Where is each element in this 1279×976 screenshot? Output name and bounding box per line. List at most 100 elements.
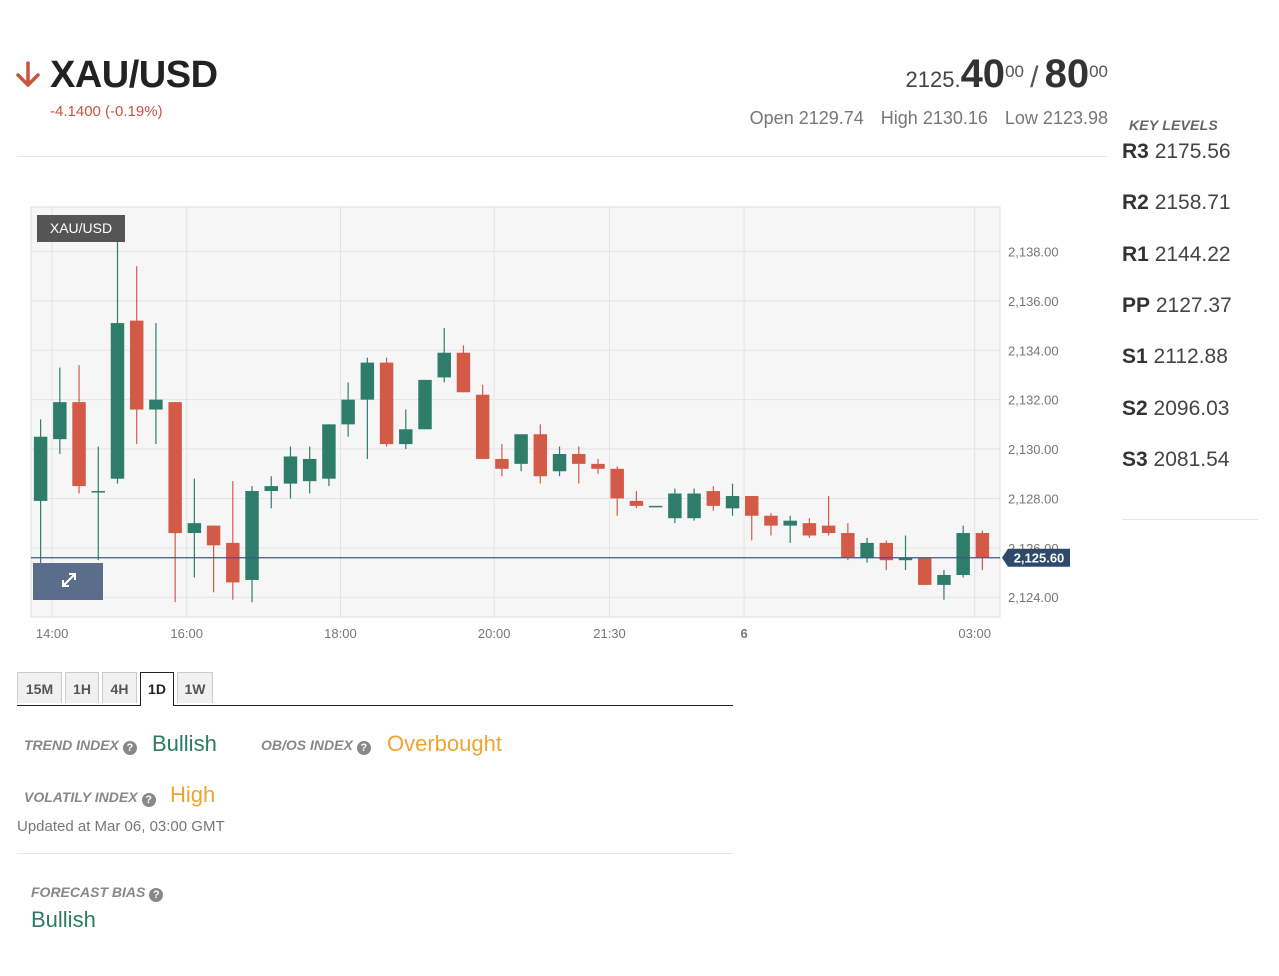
price-separator: /	[1030, 61, 1039, 94]
tab-1w[interactable]: 1W	[177, 672, 213, 703]
tab-1h[interactable]: 1H	[65, 672, 99, 703]
key-level-value: 2112.88	[1153, 345, 1228, 368]
candle-up	[360, 362, 375, 400]
key-level-name: S3	[1122, 448, 1148, 471]
y-tick-label: 2,136.00	[1008, 294, 1059, 309]
obos-index-text: OB/OS INDEX	[261, 737, 353, 753]
ohl-stats: Open 2129.74 High 2130.16 Low 2123.98	[738, 108, 1108, 129]
tab-1d[interactable]: 1D	[140, 672, 174, 706]
price-chart[interactable]: 2,124.002,126.002,128.002,130.002,132.00…	[20, 204, 1080, 649]
open-price: Open 2129.74	[749, 108, 864, 128]
key-level-name: R1	[1122, 243, 1149, 266]
key-levels-divider	[1122, 519, 1258, 520]
x-tick-label: 6	[740, 626, 747, 641]
bid-prefix: 2125.	[905, 67, 961, 92]
help-icon[interactable]: ?	[122, 741, 137, 755]
key-level-pp: PP 2127.37	[1122, 294, 1232, 318]
arrow-down-icon	[16, 61, 40, 87]
candle-up	[302, 458, 317, 482]
candle-down	[456, 352, 471, 393]
key-level-s3: S3 2081.54	[1122, 448, 1229, 472]
key-level-r2: R2 2158.71	[1122, 191, 1231, 215]
y-tick-label: 2,128.00	[1008, 491, 1059, 506]
obos-index-value: Overbought	[387, 731, 502, 756]
key-level-name: R3	[1122, 140, 1149, 163]
candle-up	[399, 429, 413, 445]
key-level-name: S1	[1122, 345, 1148, 368]
candle-up	[187, 523, 202, 534]
candle-up	[245, 491, 259, 580]
bid-big: 40	[960, 52, 1006, 96]
volatility-index-value: High	[170, 782, 216, 807]
bid-ask-price: 2125.4000 / 8000	[906, 52, 1109, 97]
candle-up	[91, 491, 105, 493]
key-level-s1: S1 2112.88	[1122, 345, 1228, 369]
low-price: Low 2123.98	[1004, 108, 1108, 128]
candle-down	[918, 557, 932, 585]
forecast-bias-value: Bullish	[31, 907, 96, 932]
candle-down	[610, 468, 624, 499]
tab-15m[interactable]: 15M	[17, 672, 62, 703]
candle-down	[764, 515, 778, 526]
header-divider	[17, 156, 1107, 157]
key-level-value: 2175.56	[1154, 140, 1231, 163]
trend-index-text: TREND INDEX	[24, 737, 119, 753]
candle-up	[418, 379, 432, 430]
instrument-symbol: XAU/USD	[50, 54, 218, 96]
candle-up	[648, 505, 663, 508]
volatility-index-label: VOLATILY INDEX?	[24, 789, 156, 807]
x-tick-label: 20:00	[478, 626, 511, 641]
candle-down	[841, 533, 855, 558]
candle-down	[495, 458, 509, 469]
obos-index-label: OB/OS INDEX?	[261, 737, 371, 755]
x-tick-label: 21:30	[593, 626, 626, 641]
candle-up	[437, 352, 451, 378]
candle-up	[514, 434, 528, 464]
key-level-value: 2144.22	[1154, 243, 1231, 266]
help-icon[interactable]: ?	[141, 793, 156, 807]
candle-up	[149, 399, 163, 410]
candle-up	[53, 402, 67, 440]
candle-up	[687, 493, 701, 519]
key-level-value: 2158.71	[1154, 191, 1231, 214]
y-tick-label: 2,132.00	[1008, 393, 1059, 408]
candle-up	[937, 575, 951, 585]
forecast-bias-label: FORECAST BIAS?	[31, 884, 164, 902]
price-change: -4.1400 (-0.19%)	[50, 103, 163, 120]
candle-down	[591, 463, 605, 469]
x-tick-label: 03:00	[958, 626, 991, 641]
candle-up	[783, 520, 797, 526]
candle-down	[379, 362, 394, 445]
key-level-name: R2	[1122, 191, 1149, 214]
help-icon[interactable]: ?	[149, 888, 164, 902]
candle-down	[975, 533, 990, 558]
candle-up	[322, 424, 336, 479]
candle-up	[110, 323, 125, 479]
candle-up	[341, 399, 355, 425]
y-tick-label: 2,138.00	[1008, 244, 1059, 259]
volatility-index-text: VOLATILY INDEX	[24, 789, 138, 805]
key-level-value: 2127.37	[1155, 294, 1232, 317]
candle-up	[668, 493, 682, 519]
candle-down	[821, 525, 836, 534]
y-tick-label: 2,134.00	[1008, 343, 1059, 358]
ask-sup: 00	[1089, 61, 1108, 81]
candle-down	[745, 495, 759, 516]
x-tick-label: 14:00	[36, 626, 69, 641]
candle-up	[283, 456, 298, 484]
help-icon[interactable]: ?	[356, 741, 371, 755]
candle-up	[860, 542, 874, 558]
key-level-value: 2081.54	[1153, 448, 1230, 471]
y-tick-label: 2,124.00	[1008, 590, 1059, 605]
ask-big: 80	[1044, 52, 1090, 96]
candle-up	[552, 453, 567, 472]
candle-down	[129, 320, 144, 410]
candle-down	[802, 523, 817, 536]
candle-up	[725, 495, 740, 509]
tab-4h[interactable]: 4H	[102, 672, 137, 703]
key-level-r3: R3 2175.56	[1122, 140, 1231, 164]
candle-down	[206, 525, 221, 546]
y-tick-label: 2,130.00	[1008, 442, 1059, 457]
key-level-name: S2	[1122, 397, 1148, 420]
x-tick-label: 16:00	[170, 626, 203, 641]
